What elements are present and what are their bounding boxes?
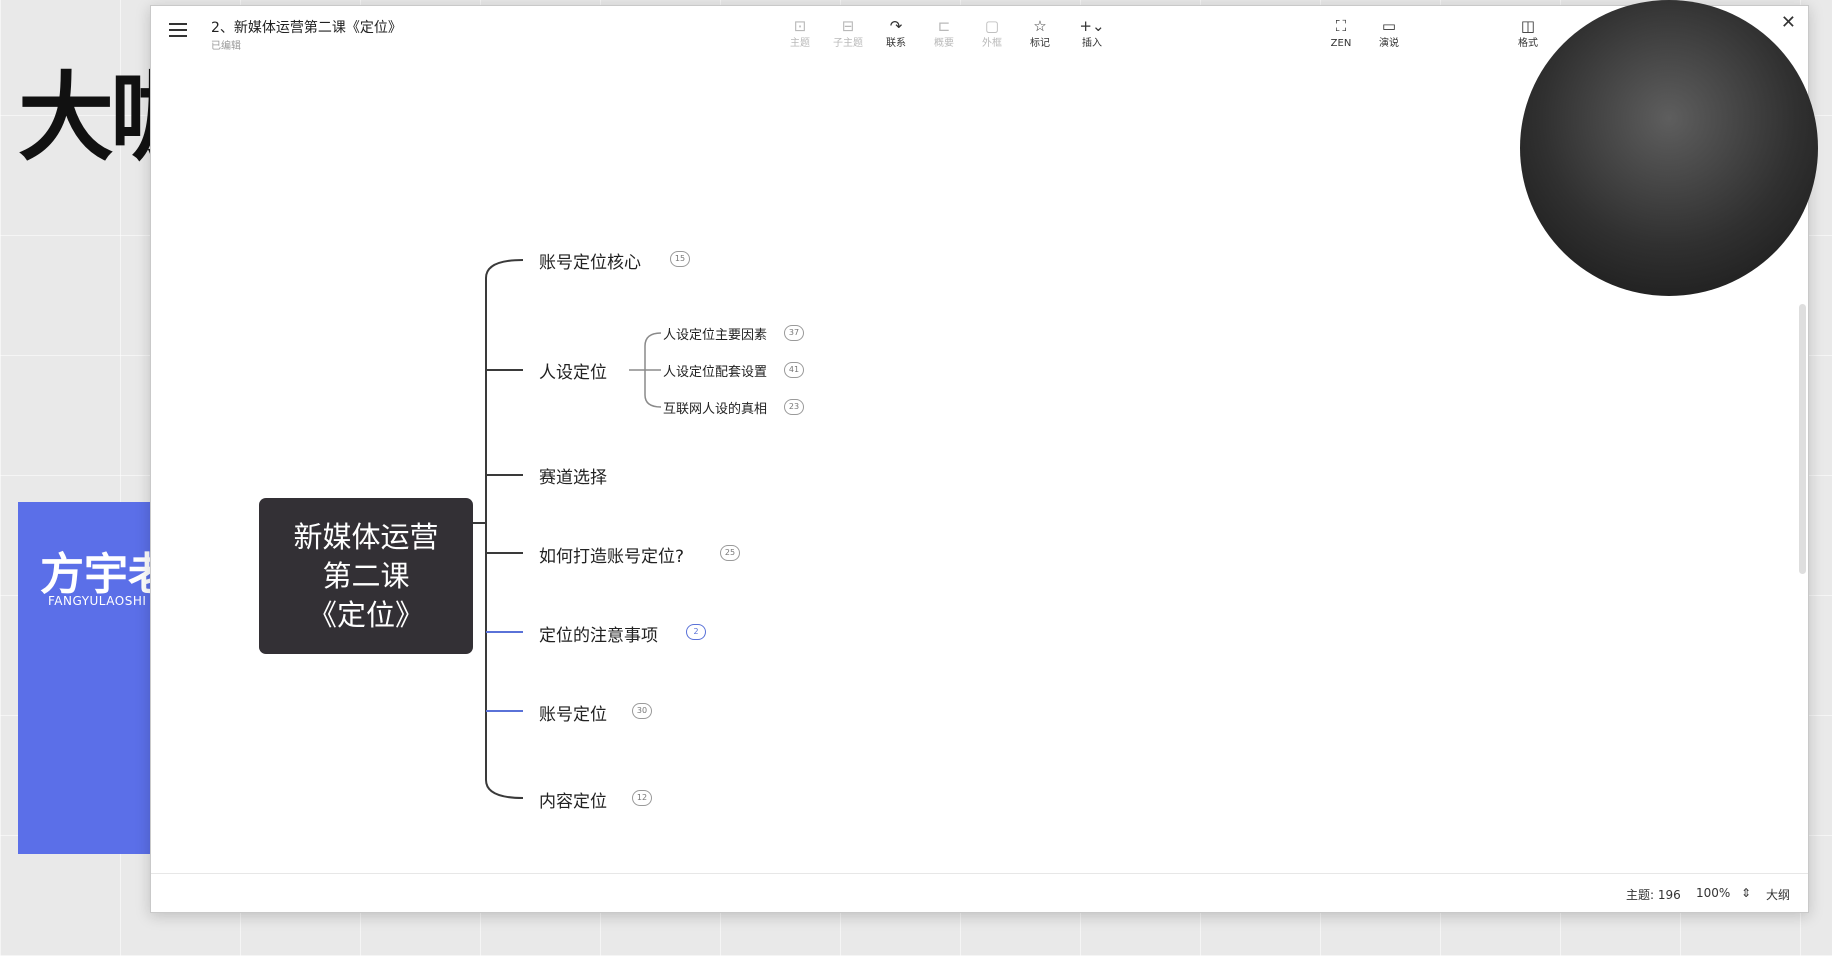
collapsed-count-badge[interactable]: 25	[720, 545, 740, 561]
relation-icon: ↷	[889, 17, 903, 35]
topic-button[interactable]: ⊡ 主题	[778, 17, 822, 51]
present-button[interactable]: ▭ 演说	[1367, 17, 1411, 51]
background-card: 方宇老 FANGYULAOSHI	[18, 502, 172, 854]
zen-button[interactable]: ⛶ ZEN	[1319, 17, 1363, 51]
format-button[interactable]: ◫ 格式	[1506, 17, 1550, 51]
topic-icon: ⊡	[793, 17, 807, 35]
subtopic-icon: ⊟	[841, 17, 855, 35]
document-title: 2、新媒体运营第二课《定位》	[211, 20, 402, 36]
collapsed-count-badge[interactable]: 12	[632, 790, 652, 806]
subtopic-persona-truth[interactable]: 互联网人设的真相	[663, 398, 767, 417]
topic-how-to-position[interactable]: 如何打造账号定位?	[539, 542, 684, 567]
webcam-overlay	[1520, 0, 1818, 296]
subtopic-persona-factors[interactable]: 人设定位主要因素	[663, 324, 767, 343]
star-icon: ☆	[1033, 17, 1047, 35]
topic-positioning-notes[interactable]: 定位的注意事项	[539, 621, 658, 646]
fullscreen-icon: ⛶	[1335, 17, 1347, 35]
save-status: 已编辑	[211, 41, 241, 52]
hamburger-menu-icon[interactable]	[169, 23, 187, 37]
collapsed-count-badge[interactable]: 23	[784, 399, 804, 415]
collapsed-count-badge[interactable]: 2	[686, 624, 706, 640]
boundary-button[interactable]: ▢ 外框	[970, 17, 1014, 51]
presentation-icon: ▭	[1381, 17, 1397, 35]
summary-icon: ⊏	[937, 17, 951, 35]
root-topic[interactable]: 新媒体运营 第二课 《定位》	[259, 498, 473, 654]
topic-account-positioning[interactable]: 账号定位	[539, 700, 607, 725]
plus-icon: +⌄	[1079, 17, 1105, 35]
status-bar: 主题: 196 100% ⇕ 大纲	[151, 873, 1808, 912]
topic-track-selection[interactable]: 赛道选择	[539, 463, 607, 488]
zoom-stepper-icon[interactable]: ⇕	[1741, 886, 1751, 900]
collapsed-count-badge[interactable]: 37	[784, 325, 804, 341]
boundary-icon: ▢	[984, 17, 1000, 35]
marker-button[interactable]: ☆ 标记	[1018, 17, 1062, 51]
insert-button[interactable]: +⌄ 插入	[1070, 17, 1114, 51]
topic-persona[interactable]: 人设定位	[539, 358, 607, 383]
zoom-level[interactable]: 100%	[1696, 886, 1730, 900]
background-card-subtitle: FANGYULAOSHI	[48, 594, 147, 608]
summary-button[interactable]: ⊏ 概要	[922, 17, 966, 51]
collapsed-count-badge[interactable]: 15	[670, 251, 690, 267]
close-icon[interactable]: ✕	[1781, 12, 1796, 33]
relation-button[interactable]: ↷ 联系	[874, 17, 918, 51]
subtopic-persona-setup[interactable]: 人设定位配套设置	[663, 361, 767, 380]
topic-account-core[interactable]: 账号定位核心	[539, 248, 641, 273]
collapsed-count-badge[interactable]: 30	[632, 703, 652, 719]
vertical-scrollbar[interactable]	[1799, 304, 1806, 574]
panel-icon: ◫	[1520, 17, 1536, 35]
topic-content-positioning[interactable]: 内容定位	[539, 787, 607, 812]
subtopic-button[interactable]: ⊟ 子主题	[826, 17, 870, 51]
outline-button[interactable]: 大纲	[1766, 886, 1790, 903]
topic-count: 主题: 196	[1626, 888, 1681, 902]
collapsed-count-badge[interactable]: 41	[784, 362, 804, 378]
